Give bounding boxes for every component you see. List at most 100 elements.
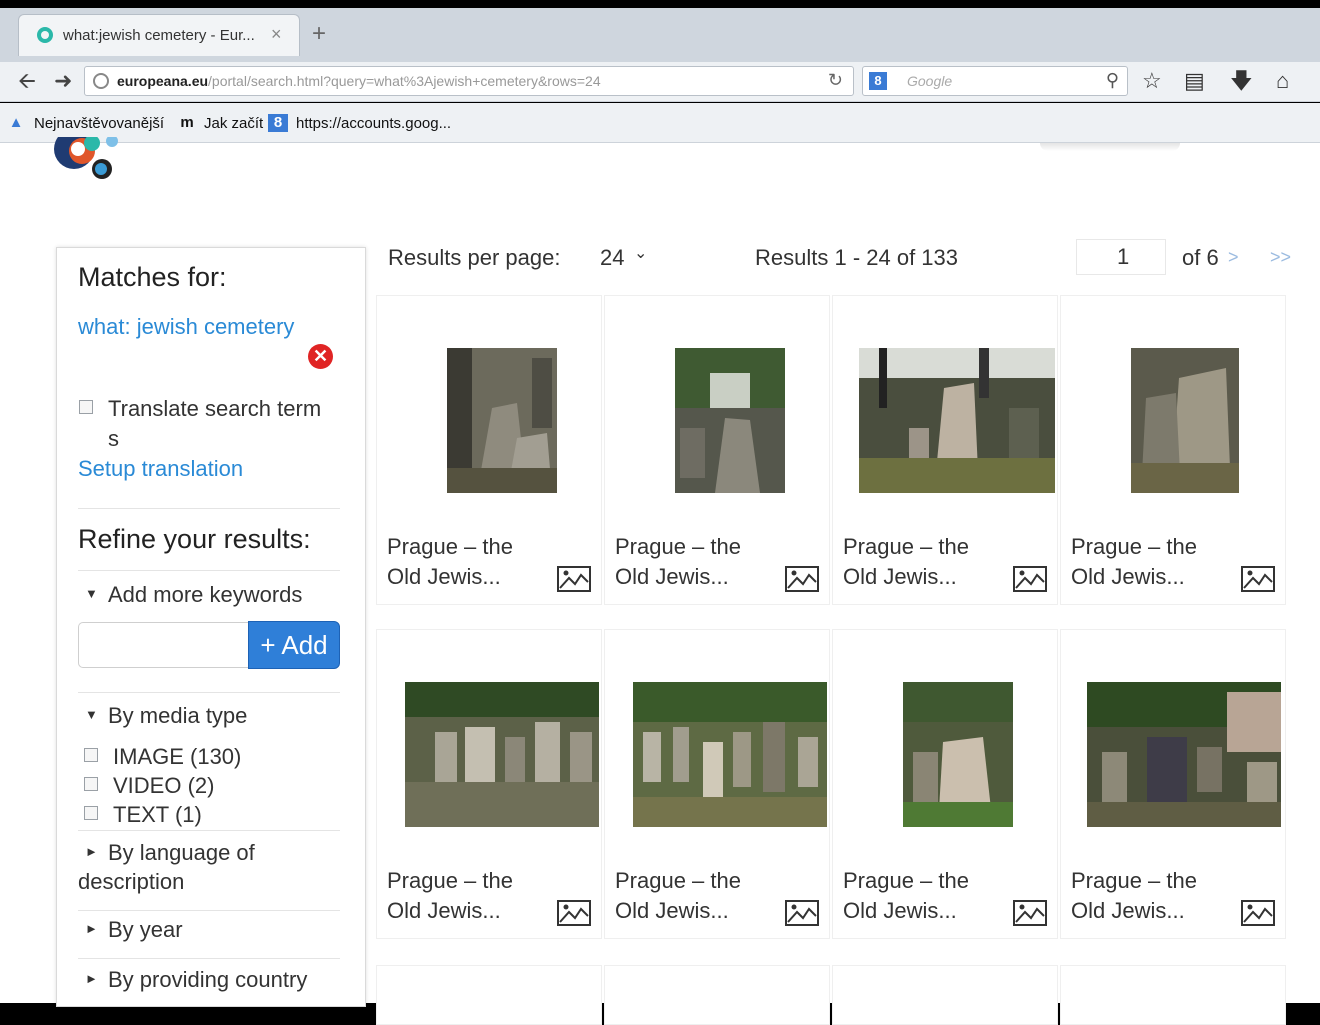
bookmark-star-icon[interactable]: ☆ <box>1142 68 1162 94</box>
media-type-video[interactable]: VIDEO (2) <box>113 773 214 799</box>
result-title-line[interactable]: Old Jewis... <box>387 562 501 592</box>
forward-arrow-icon[interactable]: ➜ <box>54 68 72 94</box>
remove-query-icon[interactable]: ✕ <box>308 344 333 369</box>
result-title-line[interactable]: Prague – the <box>843 532 969 562</box>
next-page-link[interactable]: > <box>1228 247 1239 268</box>
result-thumbnail[interactable] <box>675 348 785 493</box>
translate-checkbox[interactable] <box>79 400 93 414</box>
result-title-line[interactable]: Prague – the <box>387 866 513 896</box>
address-bar[interactable]: europeana.eu/portal/search.html?query=wh… <box>84 66 854 96</box>
query-link[interactable]: what: jewish cemetery <box>78 314 294 340</box>
refine-title: Refine your results: <box>78 524 311 554</box>
result-card[interactable]: Prague – the Old Jewis... <box>604 629 830 939</box>
bookmark-most-visited[interactable]: Nejnavštěvovanější <box>34 115 164 132</box>
keyword-input[interactable] <box>78 622 260 668</box>
reload-icon[interactable]: ↻ <box>828 70 843 91</box>
matches-title: Matches for: <box>78 262 227 292</box>
result-title-line[interactable]: Old Jewis... <box>1071 562 1185 592</box>
collapsed-triangle-icon[interactable]: ► <box>85 921 98 936</box>
result-card[interactable] <box>604 965 830 1025</box>
video-checkbox[interactable] <box>84 777 98 791</box>
add-keywords-toggle[interactable]: Add more keywords <box>108 582 302 608</box>
image-media-icon <box>1013 900 1047 926</box>
tab-close-icon[interactable]: × <box>271 24 282 45</box>
tab-title: what:jewish cemetery - Eur... <box>63 27 255 44</box>
expanded-triangle-icon[interactable]: ▼ <box>85 586 98 601</box>
result-card[interactable] <box>832 965 1058 1025</box>
media-type-image[interactable]: IMAGE (130) <box>113 744 241 770</box>
result-card[interactable]: Prague – the Old Jewis... <box>604 295 830 605</box>
europeana-logo[interactable] <box>52 137 152 189</box>
result-card[interactable]: Prague – the Old Jewis... <box>1060 295 1286 605</box>
result-title-line[interactable]: Prague – the <box>615 532 741 562</box>
bookmark-getting-started[interactable]: Jak začít <box>204 115 263 132</box>
result-thumbnail[interactable] <box>447 348 557 493</box>
country-toggle[interactable]: By providing country <box>108 967 307 993</box>
collapsed-triangle-icon[interactable]: ► <box>85 971 98 986</box>
result-title-line[interactable]: Prague – the <box>843 866 969 896</box>
result-card[interactable] <box>376 965 602 1025</box>
result-title-line[interactable]: Old Jewis... <box>615 562 729 592</box>
result-card[interactable]: Prague – the Old Jewis... <box>376 295 602 605</box>
result-title-line[interactable]: Old Jewis... <box>1071 896 1185 926</box>
add-keyword-button[interactable]: + Add <box>248 621 340 669</box>
home-icon[interactable]: ⌂ <box>1276 68 1289 94</box>
result-card[interactable]: Prague – the Old Jewis... <box>832 295 1058 605</box>
search-sidebar: Matches for: what: jewish cemetery ✕ Tra… <box>56 247 366 1007</box>
result-title-line[interactable]: Prague – the <box>1071 532 1197 562</box>
image-media-icon <box>557 566 591 592</box>
result-thumbnail[interactable] <box>1131 348 1239 493</box>
language-toggle[interactable]: By language of <box>108 840 255 866</box>
result-thumbnail[interactable] <box>903 682 1013 827</box>
results-per-page-select[interactable]: 24 <box>600 245 624 271</box>
magnifier-icon[interactable]: ⚲ <box>1106 70 1119 91</box>
most-visited-icon: ▲ <box>8 114 24 131</box>
result-card[interactable] <box>1060 965 1286 1025</box>
expanded-triangle-icon[interactable]: ▼ <box>85 707 98 722</box>
divider <box>78 570 340 571</box>
result-title-line[interactable]: Prague – the <box>615 866 741 896</box>
image-checkbox[interactable] <box>84 748 98 762</box>
page-total: of 6 <box>1182 245 1219 270</box>
result-title-line[interactable]: Old Jewis... <box>615 896 729 926</box>
result-thumbnail[interactable] <box>1087 682 1281 827</box>
result-card[interactable]: Prague – the Old Jewis... <box>376 629 602 939</box>
image-media-icon <box>557 900 591 926</box>
navigation-bar: 🡨 ➜ europeana.eu/portal/search.html?quer… <box>0 62 1320 102</box>
setup-translation-link[interactable]: Setup translation <box>78 456 243 482</box>
divider <box>78 692 340 693</box>
page-number-input[interactable]: 1 <box>1076 239 1166 275</box>
divider <box>78 910 340 911</box>
result-card[interactable]: Prague – the Old Jewis... <box>832 629 1058 939</box>
result-card[interactable]: Prague – the Old Jewis... <box>1060 629 1286 939</box>
image-media-icon <box>785 566 819 592</box>
language-toggle-wrap[interactable]: description <box>78 869 184 895</box>
result-thumbnail[interactable] <box>633 682 827 827</box>
divider <box>78 508 340 509</box>
media-type-text[interactable]: TEXT (1) <box>113 802 202 828</box>
site-globe-icon <box>93 73 109 89</box>
browser-tab[interactable]: what:jewish cemetery - Eur... × <box>18 14 300 56</box>
search-bar[interactable]: 8 Google ⚲ <box>862 66 1128 96</box>
bookmark-google-accounts[interactable]: https://accounts.goog... <box>296 115 451 132</box>
google-engine-icon[interactable]: 8 <box>869 72 887 90</box>
text-checkbox[interactable] <box>84 806 98 820</box>
result-title-line[interactable]: Old Jewis... <box>843 562 957 592</box>
back-arrow-icon[interactable]: 🡨 <box>18 68 36 94</box>
result-title-line[interactable]: Old Jewis... <box>843 896 957 926</box>
result-thumbnail[interactable] <box>405 682 599 827</box>
media-type-toggle[interactable]: By media type <box>108 703 247 729</box>
reading-list-icon[interactable]: ▤ <box>1184 68 1205 94</box>
chevron-down-icon[interactable]: ⌄ <box>634 243 647 263</box>
result-title-line[interactable]: Prague – the <box>1071 866 1197 896</box>
year-toggle[interactable]: By year <box>108 917 183 943</box>
download-arrow-icon[interactable]: 🡇 <box>1230 68 1253 94</box>
result-title-line[interactable]: Old Jewis... <box>387 896 501 926</box>
collapsed-triangle-icon[interactable]: ► <box>85 844 98 859</box>
last-page-link[interactable]: >> <box>1270 247 1291 268</box>
google-8-icon: 8 <box>268 114 288 132</box>
results-count: Results 1 - 24 of 133 <box>755 245 959 270</box>
result-title-line[interactable]: Prague – the <box>387 532 513 562</box>
new-tab-button[interactable]: + <box>312 22 326 46</box>
result-thumbnail[interactable] <box>859 348 1055 493</box>
